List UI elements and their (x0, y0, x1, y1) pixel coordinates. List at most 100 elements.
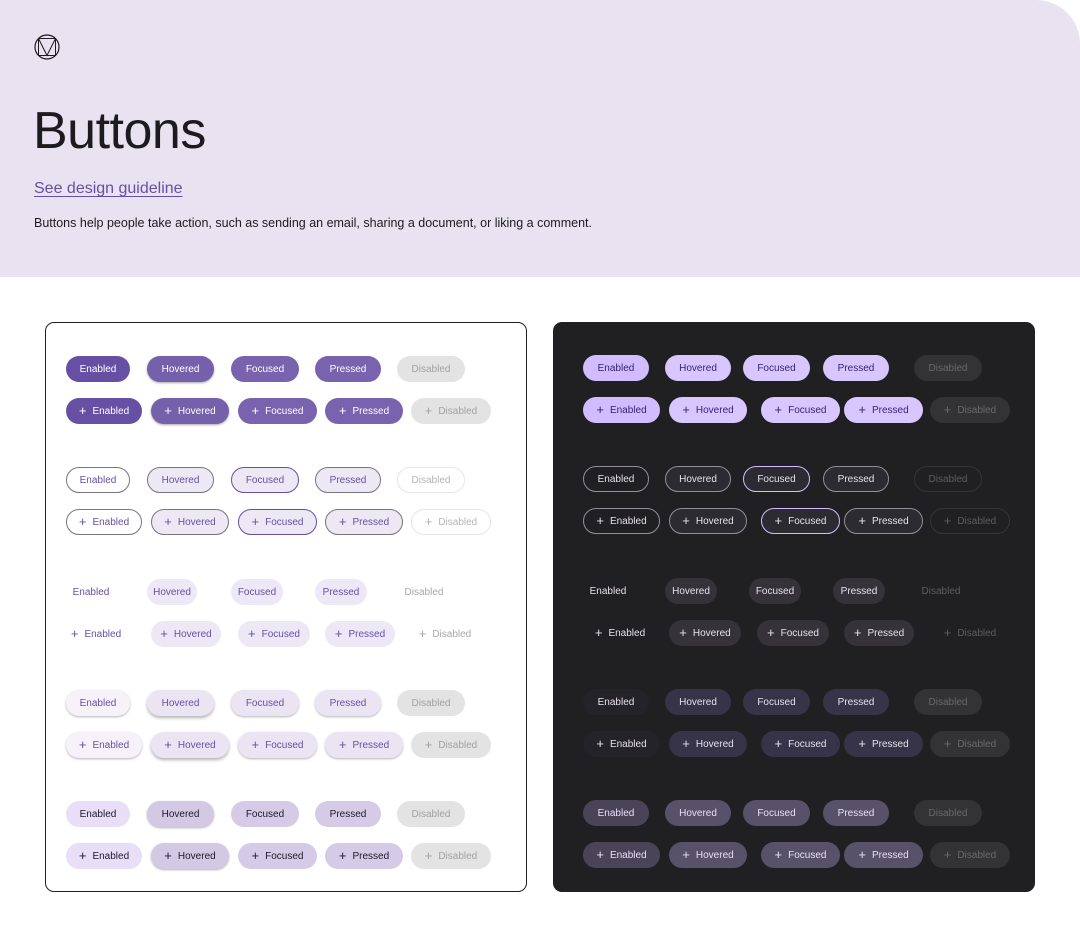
light-tonal-icon-button-pressed[interactable]: + Pressed (325, 843, 403, 869)
light-elevated-icon-button-focused[interactable]: + Focused (238, 732, 317, 758)
light-filled-button-enabled[interactable]: Enabled (66, 356, 130, 382)
dark-text-icon-button-hovered[interactable]: + Hovered (669, 620, 741, 646)
dark-text-button-focused[interactable]: Focused (749, 578, 801, 604)
plus-icon: + (338, 514, 347, 529)
light-filled-icon-button-hovered[interactable]: + Hovered (151, 398, 229, 424)
light-filled-icon-button-focused[interactable]: + Focused (238, 398, 317, 424)
plus-icon: + (853, 625, 862, 640)
light-tonal-button-hovered[interactable]: Hovered (147, 801, 214, 827)
plus-icon: + (774, 736, 783, 751)
plus-icon: + (164, 514, 172, 529)
dark-tonal-button-enabled[interactable]: Enabled (583, 800, 649, 826)
dark-elevated-icon-button-hovered[interactable]: + Hovered (669, 731, 747, 757)
button-label: Hovered (695, 515, 734, 527)
dark-tonal-icon-button-focused[interactable]: + Focused (761, 842, 840, 868)
dark-filled-button-enabled[interactable]: Enabled (583, 355, 649, 381)
dark-elevated-button-hovered[interactable]: Hovered (665, 689, 731, 715)
light-elevated-icon-button-pressed[interactable]: + Pressed (325, 732, 403, 758)
plus-icon: + (78, 848, 87, 863)
dark-text-button-enabled[interactable]: Enabled (583, 578, 633, 604)
light-text-icon-button-focused[interactable]: + Focused (238, 621, 310, 647)
dark-tonal-button-focused[interactable]: Focused (743, 800, 810, 826)
button-label: Disabled (928, 362, 968, 374)
dark-text-button-hovered[interactable]: Hovered (665, 578, 717, 604)
dark-tonal-button-hovered[interactable]: Hovered (665, 800, 731, 826)
dark-filled-button-focused[interactable]: Focused (743, 355, 810, 381)
dark-text-button-pressed[interactable]: Pressed (833, 578, 885, 604)
dark-outlined-icon-button-pressed[interactable]: + Pressed (844, 508, 923, 534)
light-text-icon-button-pressed[interactable]: + Pressed (325, 621, 395, 647)
light-outlined-icon-button-focused[interactable]: + Focused (238, 509, 317, 535)
dark-filled-button-pressed[interactable]: Pressed (823, 355, 889, 381)
light-outlined-button-hovered[interactable]: Hovered (147, 467, 214, 493)
dark-text-icon-button-pressed[interactable]: + Pressed (844, 620, 914, 646)
dark-text-icon-button-enabled[interactable]: + Enabled (583, 620, 657, 646)
light-text-icon-button-hovered[interactable]: + Hovered (151, 621, 221, 647)
light-elevated-button-enabled[interactable]: Enabled (66, 690, 130, 716)
light-filled-icon-button-enabled[interactable]: + Enabled (66, 398, 142, 424)
light-outlined-button-enabled[interactable]: Enabled (66, 467, 130, 493)
button-label: Hovered (161, 363, 200, 375)
plus-icon: + (251, 737, 260, 752)
dark-outlined-button-focused[interactable]: Focused (743, 466, 810, 492)
light-tonal-icon-button-hovered[interactable]: + Hovered (151, 843, 229, 869)
dark-elevated-button-enabled[interactable]: Enabled (583, 689, 649, 715)
dark-filled-icon-button-hovered[interactable]: + Hovered (669, 397, 747, 423)
plus-icon: + (70, 626, 79, 641)
light-outlined-icon-button-enabled[interactable]: + Enabled (66, 509, 142, 535)
dark-filled-icon-button-enabled[interactable]: + Enabled (583, 397, 660, 423)
dark-outlined-icon-button-focused[interactable]: + Focused (761, 508, 840, 534)
dark-text-icon-button-focused[interactable]: + Focused (757, 620, 829, 646)
light-outlined-button-focused[interactable]: Focused (231, 467, 299, 493)
light-outlined-button-pressed[interactable]: Pressed (315, 467, 381, 493)
dark-tonal-icon-button-enabled[interactable]: + Enabled (583, 842, 660, 868)
dark-elevated-icon-button-enabled[interactable]: + Enabled (583, 731, 660, 757)
light-tonal-icon-button-focused[interactable]: + Focused (238, 843, 317, 869)
button-label: Enabled (597, 362, 635, 374)
light-tonal-button-focused[interactable]: Focused (231, 801, 299, 827)
button-label: Hovered (695, 404, 734, 416)
light-elevated-button-focused[interactable]: Focused (231, 690, 299, 716)
dark-filled-icon-button-focused[interactable]: + Focused (761, 397, 840, 423)
light-filled-button-focused[interactable]: Focused (231, 356, 299, 382)
dark-outlined-icon-button-enabled[interactable]: + Enabled (583, 508, 660, 534)
light-text-button-hovered[interactable]: Hovered (147, 579, 197, 605)
light-tonal-button-pressed[interactable]: Pressed (315, 801, 381, 827)
light-elevated-button-hovered[interactable]: Hovered (147, 690, 214, 716)
design-guideline-link[interactable]: See design guideline (34, 180, 183, 198)
dark-tonal-icon-button-pressed[interactable]: + Pressed (844, 842, 923, 868)
light-text-icon-button-enabled[interactable]: + Enabled (60, 621, 132, 647)
light-elevated-icon-button-enabled[interactable]: + Enabled (66, 732, 142, 758)
light-elevated-icon-button-hovered[interactable]: + Hovered (151, 732, 229, 758)
dark-filled-button-hovered[interactable]: Hovered (665, 355, 731, 381)
dark-elevated-icon-button-focused[interactable]: + Focused (761, 731, 840, 757)
dark-outlined-button-pressed[interactable]: Pressed (823, 466, 889, 492)
dark-outlined-button-enabled[interactable]: Enabled (583, 466, 649, 492)
dark-tonal-button-pressed[interactable]: Pressed (823, 800, 889, 826)
dark-elevated-icon-button-pressed[interactable]: + Pressed (844, 731, 923, 757)
button-label: Focused (245, 363, 285, 375)
dark-outlined-icon-button-hovered[interactable]: + Hovered (669, 508, 747, 534)
dark-elevated-button-focused[interactable]: Focused (743, 689, 810, 715)
dark-outlined-button-hovered[interactable]: Hovered (665, 466, 731, 492)
light-filled-icon-button-pressed[interactable]: + Pressed (325, 398, 403, 424)
light-outlined-icon-button-disabled: + Disabled (411, 509, 491, 535)
light-tonal-icon-button-enabled[interactable]: + Enabled (66, 843, 142, 869)
light-tonal-button-enabled[interactable]: Enabled (66, 801, 130, 827)
plus-icon: + (78, 737, 87, 752)
light-text-button-pressed[interactable]: Pressed (315, 579, 367, 605)
page-header: Buttons See design guideline Buttons hel… (0, 0, 1080, 277)
dark-tonal-icon-button-hovered[interactable]: + Hovered (669, 842, 747, 868)
light-outlined-icon-button-pressed[interactable]: + Pressed (325, 509, 403, 535)
light-filled-button-hovered[interactable]: Hovered (147, 356, 214, 382)
dark-elevated-button-pressed[interactable]: Pressed (823, 689, 889, 715)
plus-icon: + (251, 514, 260, 529)
light-filled-button-pressed[interactable]: Pressed (315, 356, 381, 382)
light-outlined-icon-button-hovered[interactable]: + Hovered (151, 509, 229, 535)
light-text-button-focused[interactable]: Focused (231, 579, 283, 605)
light-elevated-button-pressed[interactable]: Pressed (315, 690, 381, 716)
light-text-button-enabled[interactable]: Enabled (60, 579, 122, 605)
plus-icon: + (682, 847, 690, 862)
plus-icon: + (679, 625, 687, 640)
dark-filled-icon-button-pressed[interactable]: + Pressed (844, 397, 923, 423)
